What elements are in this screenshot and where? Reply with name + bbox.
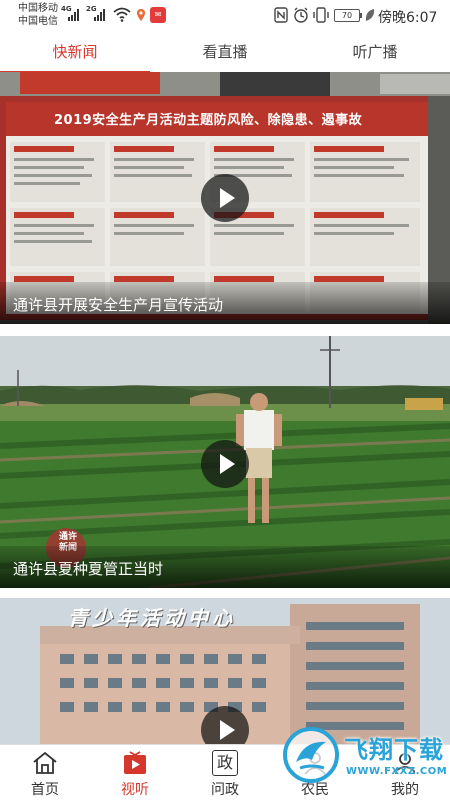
- carrier-1: 中国移动: [18, 3, 58, 14]
- app-notification-icon: ✉: [150, 7, 166, 23]
- video-card[interactable]: 青少年活动中心: [0, 598, 450, 744]
- status-bar: 中国移动 中国电信 4G 2G ✉ 70 傍晚6:07: [0, 0, 450, 32]
- nfc-icon: [274, 7, 288, 23]
- nav-wenzheng[interactable]: 政 问政: [180, 745, 270, 800]
- video-icon: [124, 751, 146, 774]
- video-card[interactable]: 2019安全生产月活动主题防风险、除隐患、遏事故 通许县开展安全生产月宣传活动: [0, 72, 450, 324]
- carrier-2: 中国电信: [18, 16, 58, 27]
- building-sign: 青少年活动中心: [68, 606, 236, 630]
- location-icon: [137, 9, 145, 21]
- tab-kanzhibo[interactable]: 看直播: [150, 32, 300, 72]
- alarm-icon: [294, 7, 308, 23]
- signal-icon: [94, 9, 108, 21]
- bottom-nav: 首页 视听 政 问政 农民 我的: [0, 744, 450, 800]
- wifi-icon: [113, 7, 131, 22]
- battery-icon: 70: [334, 9, 362, 22]
- nav-label: 视听: [121, 782, 149, 798]
- home-icon: [33, 751, 57, 774]
- video-title: 通许县开展安全生产月宣传活动: [13, 296, 224, 314]
- play-icon[interactable]: [201, 174, 249, 222]
- zheng-icon: 政: [212, 750, 238, 776]
- video-card[interactable]: 通许新闻 通许县夏种夏管正当时: [0, 336, 450, 588]
- video-feed[interactable]: 2019安全生产月活动主题防风险、除隐患、遏事故 通许县开展安全生产月宣传活动: [0, 72, 450, 744]
- top-tab-bar: 快新闻 看直播 听广播: [0, 32, 450, 74]
- video-caption: 通许县开展安全生产月宣传活动: [0, 282, 450, 324]
- signal-icon: [68, 9, 82, 21]
- leaf-icon: [365, 9, 375, 21]
- clock: 傍晚6:07: [378, 10, 438, 26]
- nav-wode[interactable]: 我的: [360, 745, 450, 800]
- profile-icon: [395, 753, 415, 774]
- nav-home[interactable]: 首页: [0, 745, 90, 800]
- farmer-icon: [304, 752, 326, 775]
- nav-label: 首页: [31, 782, 59, 798]
- vibrate-icon: [313, 7, 329, 23]
- tab-tingguangbo[interactable]: 听广播: [300, 32, 450, 72]
- nav-label: 问政: [211, 782, 239, 798]
- video-title: 通许县夏种夏管正当时: [13, 560, 164, 578]
- nav-label: 我的: [391, 782, 419, 798]
- nav-shiting[interactable]: 视听: [90, 745, 180, 800]
- nav-label: 农民: [301, 782, 329, 798]
- nav-nongmin[interactable]: 农民: [270, 745, 360, 800]
- tab-kuaixinwen[interactable]: 快新闻: [0, 32, 150, 74]
- poster-banner-text: 2019安全生产月活动主题防风险、除隐患、遏事故: [54, 113, 363, 128]
- play-icon[interactable]: [201, 440, 249, 488]
- video-caption: 通许县夏种夏管正当时: [0, 546, 450, 588]
